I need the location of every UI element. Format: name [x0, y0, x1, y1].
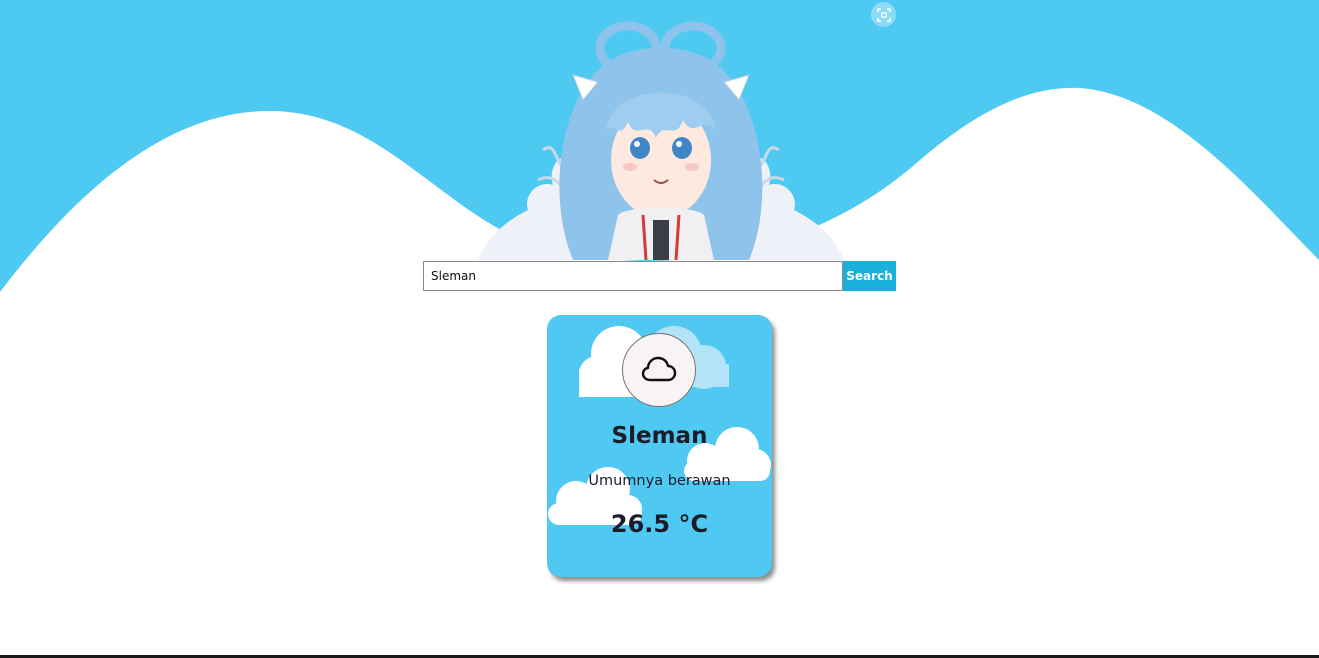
- fullscreen-focus-icon: [876, 7, 891, 22]
- cloud-icon: [641, 356, 677, 382]
- anime-girl-illustration: [478, 21, 844, 260]
- weather-card: Sleman Umumnya berawan 26.5 °C: [547, 315, 772, 577]
- weather-app-page: Search: [0, 0, 1319, 658]
- search-bar: Search: [423, 261, 896, 291]
- city-search-input[interactable]: [423, 261, 843, 291]
- search-button[interactable]: Search: [843, 261, 896, 291]
- temperature-value: 26.5 °C: [610, 510, 709, 538]
- weather-icon-container: [622, 333, 696, 407]
- fullscreen-button[interactable]: [871, 2, 896, 27]
- city-name: Sleman: [611, 423, 708, 449]
- weather-description: Umumnya berawan: [588, 473, 731, 489]
